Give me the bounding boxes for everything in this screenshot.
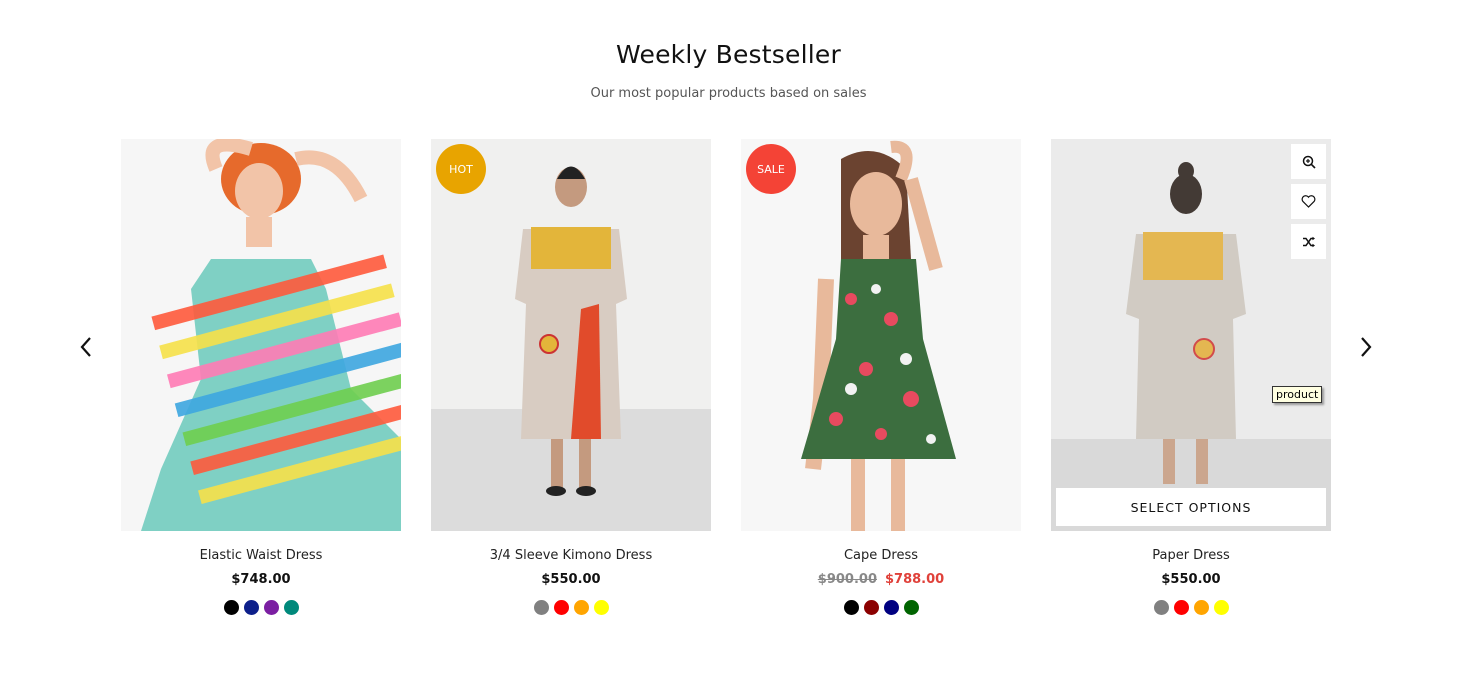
select-options-button[interactable]: SELECT OPTIONS <box>1056 488 1326 526</box>
price-row: $550.00 <box>1051 572 1331 590</box>
product-old-price: $900.00 <box>817 572 877 587</box>
product-price: $748.00 <box>231 572 291 587</box>
product-photo-elastic-waist-dress <box>121 139 401 531</box>
compare-button[interactable] <box>1291 224 1326 259</box>
price-row: $900.00 $788.00 <box>741 572 1021 590</box>
color-swatch[interactable] <box>883 600 899 615</box>
carousel-next-button[interactable] <box>1353 334 1379 360</box>
product-photo-paper-dress <box>1051 139 1331 531</box>
product-photo-cape-dress <box>741 139 1021 531</box>
color-swatch[interactable] <box>223 600 239 615</box>
chevron-left-icon <box>80 337 91 357</box>
color-swatch[interactable] <box>903 600 919 615</box>
color-swatch[interactable] <box>283 600 299 615</box>
product-name[interactable]: Elastic Waist Dress <box>121 548 401 566</box>
product-photo-kimono-dress <box>431 139 711 531</box>
product-image[interactable]: product SELECT OPTIONS <box>1051 139 1331 531</box>
badge-sale: SALE <box>746 144 796 194</box>
carousel-prev-button[interactable] <box>73 334 99 360</box>
color-swatches <box>1051 600 1331 615</box>
zoom-in-icon <box>1302 155 1316 169</box>
product-image[interactable] <box>121 139 401 531</box>
product-card[interactable]: product SELECT OPTIONS Paper Dress $550.… <box>1051 139 1331 615</box>
product-image[interactable]: HOT <box>431 139 711 531</box>
color-swatches <box>121 600 401 615</box>
product-price: $550.00 <box>1161 572 1221 587</box>
wishlist-button[interactable] <box>1291 184 1326 219</box>
color-swatch[interactable] <box>1173 600 1189 615</box>
product-card[interactable]: Elastic Waist Dress $748.00 <box>121 139 401 615</box>
color-swatch[interactable] <box>553 600 569 615</box>
product-price: $550.00 <box>541 572 601 587</box>
color-swatches <box>431 600 711 615</box>
badge-hot: HOT <box>436 144 486 194</box>
product-name[interactable]: Cape Dress <box>741 548 1021 566</box>
product-name[interactable]: 3/4 Sleeve Kimono Dress <box>431 548 711 566</box>
section-subtitle: Our most popular products based on sales <box>590 86 867 101</box>
color-swatch[interactable] <box>243 600 259 615</box>
tooltip: product <box>1272 386 1323 403</box>
chevron-right-icon <box>1361 337 1372 357</box>
heart-icon <box>1301 195 1316 208</box>
color-swatch[interactable] <box>1213 600 1229 615</box>
color-swatches <box>741 600 1021 615</box>
quick-view-button[interactable] <box>1291 144 1326 179</box>
product-actions <box>1291 144 1326 259</box>
color-swatch[interactable] <box>573 600 589 615</box>
color-swatch[interactable] <box>1193 600 1209 615</box>
color-swatch[interactable] <box>1153 600 1169 615</box>
section-title: Weekly Bestseller <box>616 40 841 69</box>
price-row: $748.00 <box>121 572 401 590</box>
color-swatch[interactable] <box>263 600 279 615</box>
product-name[interactable]: Paper Dress <box>1051 548 1331 566</box>
product-image[interactable]: SALE <box>741 139 1021 531</box>
product-card[interactable]: SALE Cape Dress $900.00 $788.00 <box>741 139 1021 615</box>
color-swatch[interactable] <box>843 600 859 615</box>
color-swatch[interactable] <box>533 600 549 615</box>
shuffle-icon <box>1302 236 1315 247</box>
product-sale-price: $788.00 <box>885 572 945 587</box>
color-swatch[interactable] <box>863 600 879 615</box>
product-card[interactable]: HOT 3/4 Sleeve Kimono Dress $550.00 <box>431 139 711 615</box>
color-swatch[interactable] <box>593 600 609 615</box>
price-row: $550.00 <box>431 572 711 590</box>
